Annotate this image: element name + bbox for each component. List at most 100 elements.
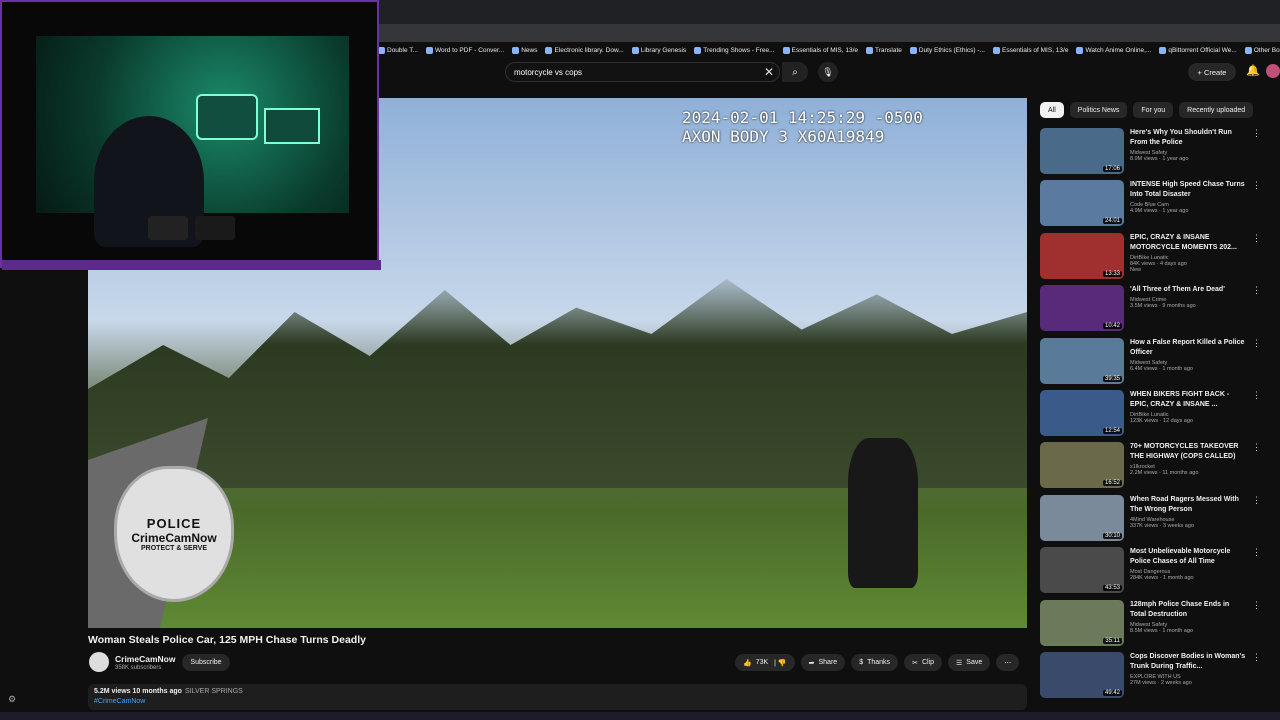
bookmark-favicon-icon <box>694 46 702 54</box>
bodycam-timestamp: 2024-02-01 14:25:29 -0500 AXON BODY 3 X6… <box>682 108 923 146</box>
save-button[interactable]: ☰ Save <box>948 654 991 671</box>
bookmark-item[interactable]: Duty Ethics (Ethics) -... <box>909 46 985 54</box>
bookmark-item[interactable]: Double T... <box>378 46 418 54</box>
more-options-icon[interactable]: ⋮ <box>1252 338 1264 390</box>
video-thumbnail[interactable]: 17:06 <box>1040 128 1124 174</box>
bookmark-item[interactable]: Electronic library. Dow... <box>545 46 624 54</box>
more-options-icon[interactable]: ⋮ <box>1252 600 1264 652</box>
video-thumbnail[interactable]: 16:52 <box>1040 442 1124 489</box>
bookmark-item[interactable]: Watch Anime Online,... <box>1076 46 1151 54</box>
bookmark-item[interactable]: News <box>512 46 537 54</box>
rec-title[interactable]: Cops Discover Bodies in Woman's Trunk Du… <box>1130 652 1246 672</box>
rec-title[interactable]: Here's Why You Shouldn't Run From the Po… <box>1130 128 1246 148</box>
video-thumbnail[interactable]: 12:54 <box>1040 389 1124 436</box>
video-thumbnail[interactable]: 49:42 <box>1040 651 1124 698</box>
webcam-control-button[interactable] <box>148 216 188 240</box>
more-options-icon[interactable]: ⋮ <box>1252 180 1264 232</box>
recommendation-item[interactable]: 43:53 Most Unbelievable Motorcycle Police… <box>1040 547 1280 599</box>
bookmark-label: qBittorrent Official We... <box>1168 46 1237 54</box>
more-options-icon[interactable]: ⋮ <box>1252 652 1264 704</box>
video-meta: 'All Three of Them Are Dead' Midwest Crim… <box>1130 285 1246 337</box>
gear-icon[interactable]: ⚙ <box>8 694 16 705</box>
search-icon[interactable]: ⌕ <box>782 62 808 82</box>
thanks-button[interactable]: $ Thanks <box>851 654 899 671</box>
chip-0[interactable]: All <box>1040 102 1064 118</box>
recommendation-item[interactable]: 17:06 Here's Why You Shouldn't Run From t… <box>1040 128 1280 180</box>
duration-badge: 13:33 <box>1102 270 1122 277</box>
webcam-overlay-window[interactable] <box>0 0 381 270</box>
more-options-icon[interactable]: ⋮ <box>1252 442 1264 494</box>
video-thumbnail[interactable]: 30:10 <box>1040 494 1124 541</box>
recommendation-item[interactable]: 39:35 How a False Report Killed a Police … <box>1040 337 1280 390</box>
bookmark-item[interactable]: Translate <box>866 46 902 54</box>
badge-motto-text: PROTECT & SERVE <box>141 545 207 552</box>
bookmark-item[interactable]: Essentials of MIS, 13/e <box>782 46 858 54</box>
rec-title[interactable]: EPIC, CRAZY & INSANE MOTORCYCLE MOMENTS … <box>1130 233 1246 253</box>
bookmark-item[interactable]: Other Bo <box>1244 46 1280 54</box>
video-thumbnail[interactable]: 43:53 <box>1040 547 1124 594</box>
rec-title[interactable]: INTENSE High Speed Chase Turns Into Tota… <box>1130 180 1246 200</box>
more-options-icon[interactable]: ⋮ <box>1252 495 1264 547</box>
subscribe-button[interactable]: Subscribe <box>182 654 230 671</box>
more-actions-button[interactable]: ⋯ <box>996 654 1020 671</box>
create-label: Create <box>1203 67 1227 77</box>
search-input[interactable]: motorcycle vs cops <box>505 62 780 82</box>
channel-avatar[interactable] <box>89 652 109 672</box>
video-thumbnail[interactable]: 35:11 <box>1040 599 1124 646</box>
notifications-icon[interactable]: 🔔 <box>1246 64 1260 77</box>
recommendation-item[interactable]: 24:01 INTENSE High Speed Chase Turns Into… <box>1040 180 1280 232</box>
more-options-icon[interactable]: ⋮ <box>1252 285 1264 337</box>
rec-title[interactable]: When Road Ragers Messed With The Wrong P… <box>1130 495 1246 515</box>
bookmark-item[interactable]: Trending Shows - Free... <box>694 46 775 54</box>
recommendation-item[interactable]: 12:54 WHEN BIKERS FIGHT BACK - EPIC, CRAZ… <box>1040 389 1280 442</box>
badge-police-text: POLICE <box>146 516 202 531</box>
more-options-icon[interactable]: ⋮ <box>1252 547 1264 599</box>
like-button[interactable]: 👍 73K | 👎 <box>735 654 795 671</box>
chip-3[interactable]: Recently uploaded <box>1179 102 1254 118</box>
avatar[interactable] <box>1266 64 1280 78</box>
recommendation-item[interactable]: 30:10 When Road Ragers Messed With The Wr… <box>1040 494 1280 547</box>
webcam-feed <box>36 36 349 247</box>
rec-title[interactable]: 70+ MOTORCYCLES TAKEOVER THE HIGHWAY (CO… <box>1130 442 1246 462</box>
location-tag[interactable]: SILVER SPRINGS <box>185 688 243 695</box>
hashtag-link[interactable]: #CrimeCamNow <box>94 698 145 705</box>
clip-button[interactable]: ✂ Clip <box>904 654 942 671</box>
bookmark-item[interactable]: Word to PDF - Conver... <box>425 46 504 54</box>
rec-title[interactable]: 128mph Police Chase Ends in Total Destru… <box>1130 600 1246 620</box>
recommendation-item[interactable]: 35:11 128mph Police Chase Ends in Total D… <box>1040 599 1280 652</box>
rec-title[interactable]: WHEN BIKERS FIGHT BACK - EPIC, CRAZY & I… <box>1130 390 1246 410</box>
video-thumbnail[interactable]: 39:35 <box>1040 337 1124 384</box>
thumbs-down-icon[interactable]: | 👎 <box>772 659 787 667</box>
rec-title[interactable]: How a False Report Killed a Police Offic… <box>1130 338 1246 358</box>
clear-search-icon[interactable]: ✕ <box>764 65 774 79</box>
duration-badge: 30:10 <box>1102 532 1122 539</box>
microphone-icon[interactable]: 🎙 <box>818 62 838 82</box>
chip-2[interactable]: For you <box>1133 102 1174 118</box>
thanks-label: Thanks <box>867 659 891 666</box>
channel-name[interactable]: CrimeCamNow <box>115 654 175 664</box>
webcam-control-button[interactable] <box>195 216 235 240</box>
recommendation-item[interactable]: 13:33 EPIC, CRAZY & INSANE MOTORCYCLE MOM… <box>1040 232 1280 285</box>
recommendation-item[interactable]: 10:42 'All Three of Them Are Dead' Midwest… <box>1040 285 1280 337</box>
bookmark-item[interactable]: Library Genesis <box>631 46 686 54</box>
rec-title[interactable]: Most Unbelievable Motorcycle Police Chas… <box>1130 547 1246 567</box>
create-button[interactable]: + Create <box>1188 63 1236 81</box>
clip-label: Clip <box>921 659 934 666</box>
more-options-icon[interactable]: ⋮ <box>1252 390 1264 442</box>
more-options-icon[interactable]: ⋮ <box>1252 128 1264 180</box>
bookmark-item[interactable]: Essentials of MIS, 13/e <box>992 46 1068 54</box>
duration-badge: 39:35 <box>1102 375 1122 382</box>
video-thumbnail[interactable]: 10:42 <box>1040 285 1124 332</box>
chip-1[interactable]: Politics News <box>1069 102 1128 118</box>
recommendation-item[interactable]: 16:52 70+ MOTORCYCLES TAKEOVER THE HIGHWA… <box>1040 442 1280 494</box>
more-options-icon[interactable]: ⋮ <box>1252 233 1264 285</box>
bookmark-item[interactable]: qBittorrent Official We... <box>1159 46 1237 54</box>
video-meta: Cops Discover Bodies in Woman's Trunk Du… <box>1130 652 1246 704</box>
share-button[interactable]: ➦ Share <box>800 654 846 671</box>
duration-badge: 10:42 <box>1102 323 1122 330</box>
rec-title[interactable]: 'All Three of Them Are Dead' <box>1130 285 1246 295</box>
video-meta: 128mph Police Chase Ends in Total Destru… <box>1130 600 1246 652</box>
video-thumbnail[interactable]: 24:01 <box>1040 180 1124 227</box>
video-thumbnail[interactable]: 13:33 <box>1040 232 1124 279</box>
recommendation-item[interactable]: 49:42 Cops Discover Bodies in Woman's Tru… <box>1040 651 1280 704</box>
